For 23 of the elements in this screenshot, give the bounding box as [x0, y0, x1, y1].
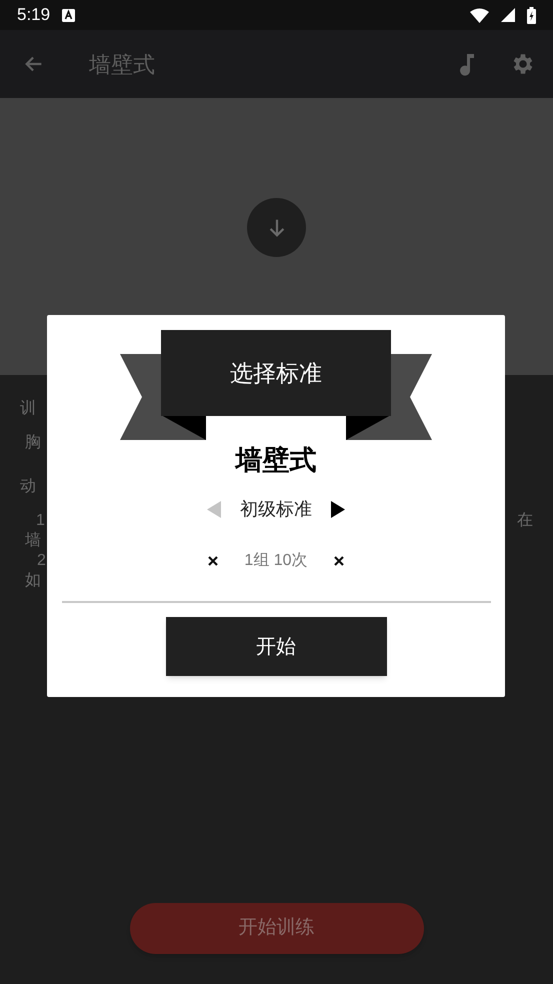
start-button[interactable]: 开始 [166, 617, 386, 676]
exercise-name: 墙壁式 [236, 444, 316, 477]
battery-icon [527, 6, 536, 24]
close-icon [334, 556, 344, 566]
background-text: 1 [36, 511, 45, 531]
sets-reps-label: 1组 10次 [244, 551, 308, 571]
notification-icon [62, 8, 76, 22]
background-text: 如 [25, 571, 41, 591]
background-text: 动 [20, 477, 36, 497]
background-text: 训 [20, 399, 36, 419]
wifi-icon [470, 8, 489, 22]
background-text: 墙 [25, 531, 41, 551]
background-text: 在 [517, 511, 533, 531]
background-text: 胸 [25, 433, 41, 453]
level-label: 初级标准 [240, 498, 312, 521]
page-title: 墙壁式 [89, 50, 156, 78]
dialog-title: 选择标准 [230, 358, 322, 388]
next-level-button[interactable] [330, 500, 346, 518]
status-time: 5:19 [17, 4, 50, 26]
close-icon [208, 556, 218, 566]
signal-icon [501, 8, 515, 22]
background-text: 2 [37, 551, 46, 571]
music-note-icon [459, 52, 475, 76]
